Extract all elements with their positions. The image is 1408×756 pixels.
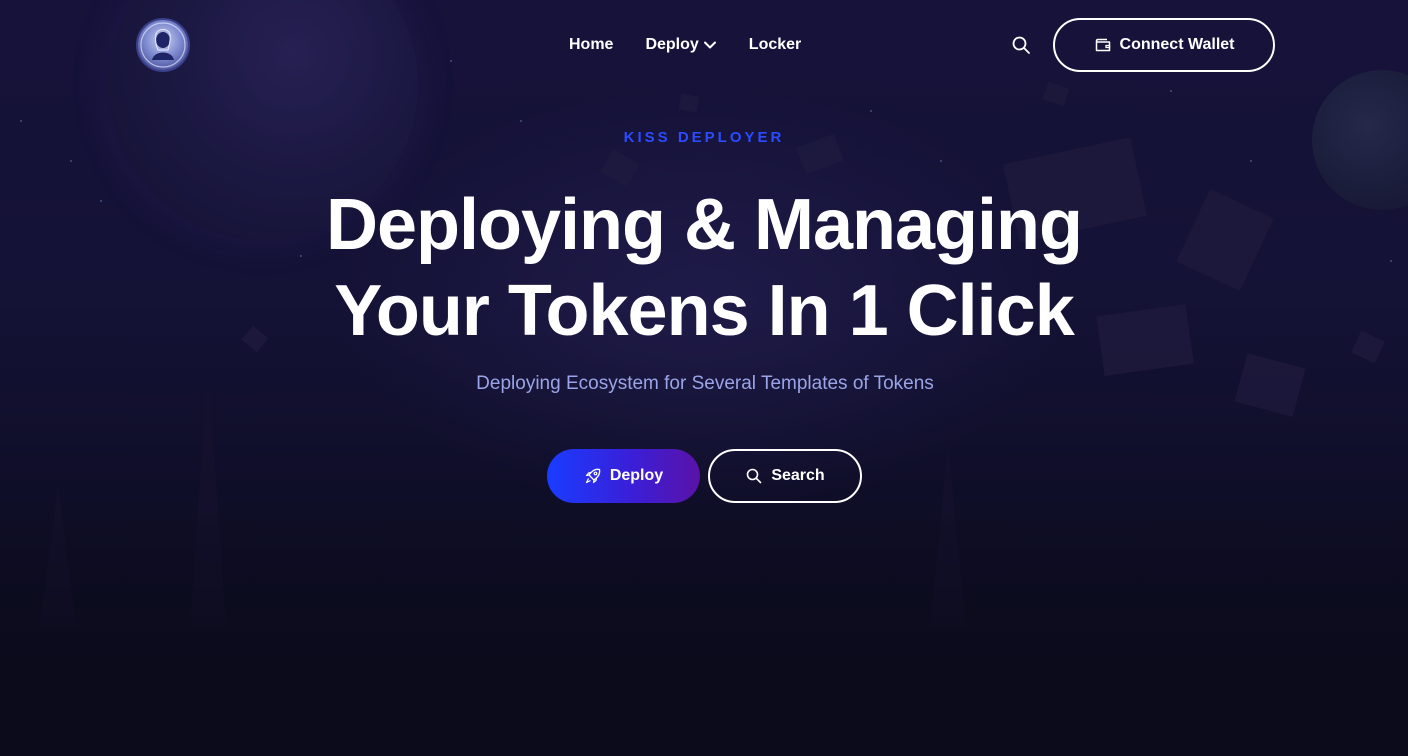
search-icon (747, 468, 762, 484)
bottom-fade (0, 496, 1408, 756)
site-header: Home Deploy Locker Connect Wallet (0, 0, 1408, 90)
star (870, 110, 872, 112)
rocket-icon (585, 468, 601, 484)
search-icon (1012, 36, 1030, 54)
nav-item-label: Deploy (645, 36, 699, 53)
rock-spire (40, 486, 76, 626)
nav-item-deploy[interactable]: Deploy (645, 34, 716, 56)
main-nav: Home Deploy Locker (569, 34, 801, 56)
star (100, 200, 102, 202)
star (70, 160, 72, 162)
star (20, 120, 22, 122)
nav-item-label: Locker (748, 36, 802, 53)
hero-title-line-2: Your Tokens In 1 Click (334, 271, 1075, 351)
deploy-button[interactable]: Deploy (547, 449, 700, 503)
floating-rock (1351, 330, 1385, 364)
rock-spire (190, 366, 226, 626)
star (940, 160, 942, 162)
nav-item-locker[interactable]: Locker (749, 34, 801, 56)
connect-wallet-label: Connect Wallet (1119, 36, 1235, 53)
nav-item-home[interactable]: Home (569, 34, 613, 56)
deploy-button-label: Deploy (609, 467, 664, 484)
rock-spire (930, 446, 966, 626)
landing-page: Home Deploy Locker Connect Wallet KISS D… (0, 0, 1408, 756)
search-button[interactable]: Search (708, 449, 862, 503)
hero-title-line-1: Deploying & Managing (325, 185, 1083, 265)
search-button-label: Search (771, 467, 825, 484)
floating-rock (678, 93, 700, 113)
nav-item-label: Home (569, 36, 614, 53)
hero-title: Deploying & Managing Your Tokens In 1 Cl… (204, 182, 1204, 354)
hero-subtitle: Deploying Ecosystem for Several Template… (476, 373, 934, 394)
kiss-portrait-logo-icon[interactable] (136, 18, 190, 72)
star (1390, 260, 1392, 262)
connect-wallet-button[interactable]: Connect Wallet (1053, 18, 1275, 72)
header-search-button[interactable] (1010, 34, 1032, 56)
star (1250, 160, 1252, 162)
star (520, 120, 522, 122)
hero-eyebrow: KISS DEPLOYER (623, 129, 785, 146)
star (1170, 90, 1172, 92)
wallet-icon (1095, 38, 1110, 52)
chevron-down-icon (703, 41, 716, 49)
hero-actions: Deploy Search (547, 449, 862, 503)
